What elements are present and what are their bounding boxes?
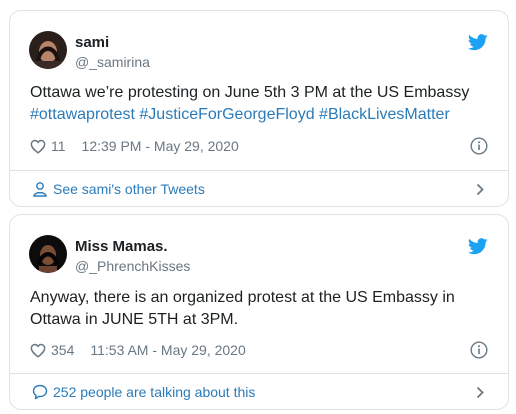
- twitter-bird-icon[interactable]: [468, 34, 488, 51]
- avatar[interactable]: [29, 235, 67, 273]
- tweet-card: sami @_samirina Ottawa we’re protesting …: [9, 10, 509, 207]
- tweet-body[interactable]: sami @_samirina Ottawa we’re protesting …: [10, 11, 508, 171]
- timestamp-link[interactable]: 12:39 PM - May 29, 2020: [82, 138, 239, 154]
- avatar[interactable]: [29, 31, 67, 69]
- see-other-tweets-link[interactable]: See sami's other Tweets: [10, 170, 508, 206]
- twitter-bird-icon[interactable]: [468, 238, 488, 255]
- conversation-link[interactable]: 252 people are talking about this: [10, 373, 508, 409]
- hashtag-link[interactable]: #JusticeForGeorgeFloyd: [139, 106, 314, 123]
- user-handle[interactable]: @_PhrenchKisses: [75, 258, 190, 274]
- chevron-right-icon: [476, 183, 484, 196]
- tweet-text-plain: Ottawa we’re protesting on June 5th 3 PM…: [30, 84, 470, 101]
- chevron-right-icon: [476, 386, 484, 399]
- tweet-meta: 11 12:39 PM - May 29, 2020: [30, 137, 239, 155]
- heart-icon[interactable]: [30, 343, 46, 358]
- tweet-text: Ottawa we’re protesting on June 5th 3 PM…: [30, 82, 490, 126]
- comment-bubble-icon: [32, 384, 48, 399]
- info-icon[interactable]: [470, 341, 488, 359]
- tweet-text: Anyway, there is an organized protest at…: [30, 289, 455, 328]
- person-icon: [33, 181, 47, 197]
- tweet-body[interactable]: Miss Mamas. @_PhrenchKisses Anyway, ther…: [10, 215, 508, 372]
- user-handle[interactable]: @_samirina: [75, 54, 150, 70]
- like-count: 354: [51, 342, 75, 358]
- heart-icon[interactable]: [30, 139, 46, 154]
- footer-label: See sami's other Tweets: [53, 180, 205, 197]
- timestamp-link[interactable]: 11:53 AM - May 29, 2020: [90, 342, 245, 358]
- info-icon[interactable]: [470, 137, 488, 155]
- hashtag-link[interactable]: #ottawaprotest: [30, 106, 135, 123]
- display-name[interactable]: sami: [75, 34, 109, 51]
- like-count: 11: [51, 138, 66, 154]
- tweet-meta: 354 11:53 AM - May 29, 2020: [30, 341, 246, 359]
- display-name[interactable]: Miss Mamas.: [75, 238, 168, 255]
- tweet-card: Miss Mamas. @_PhrenchKisses Anyway, ther…: [9, 214, 509, 410]
- footer-label: 252 people are talking about this: [53, 383, 256, 400]
- hashtag-link[interactable]: #BlackLivesMatter: [319, 106, 450, 123]
